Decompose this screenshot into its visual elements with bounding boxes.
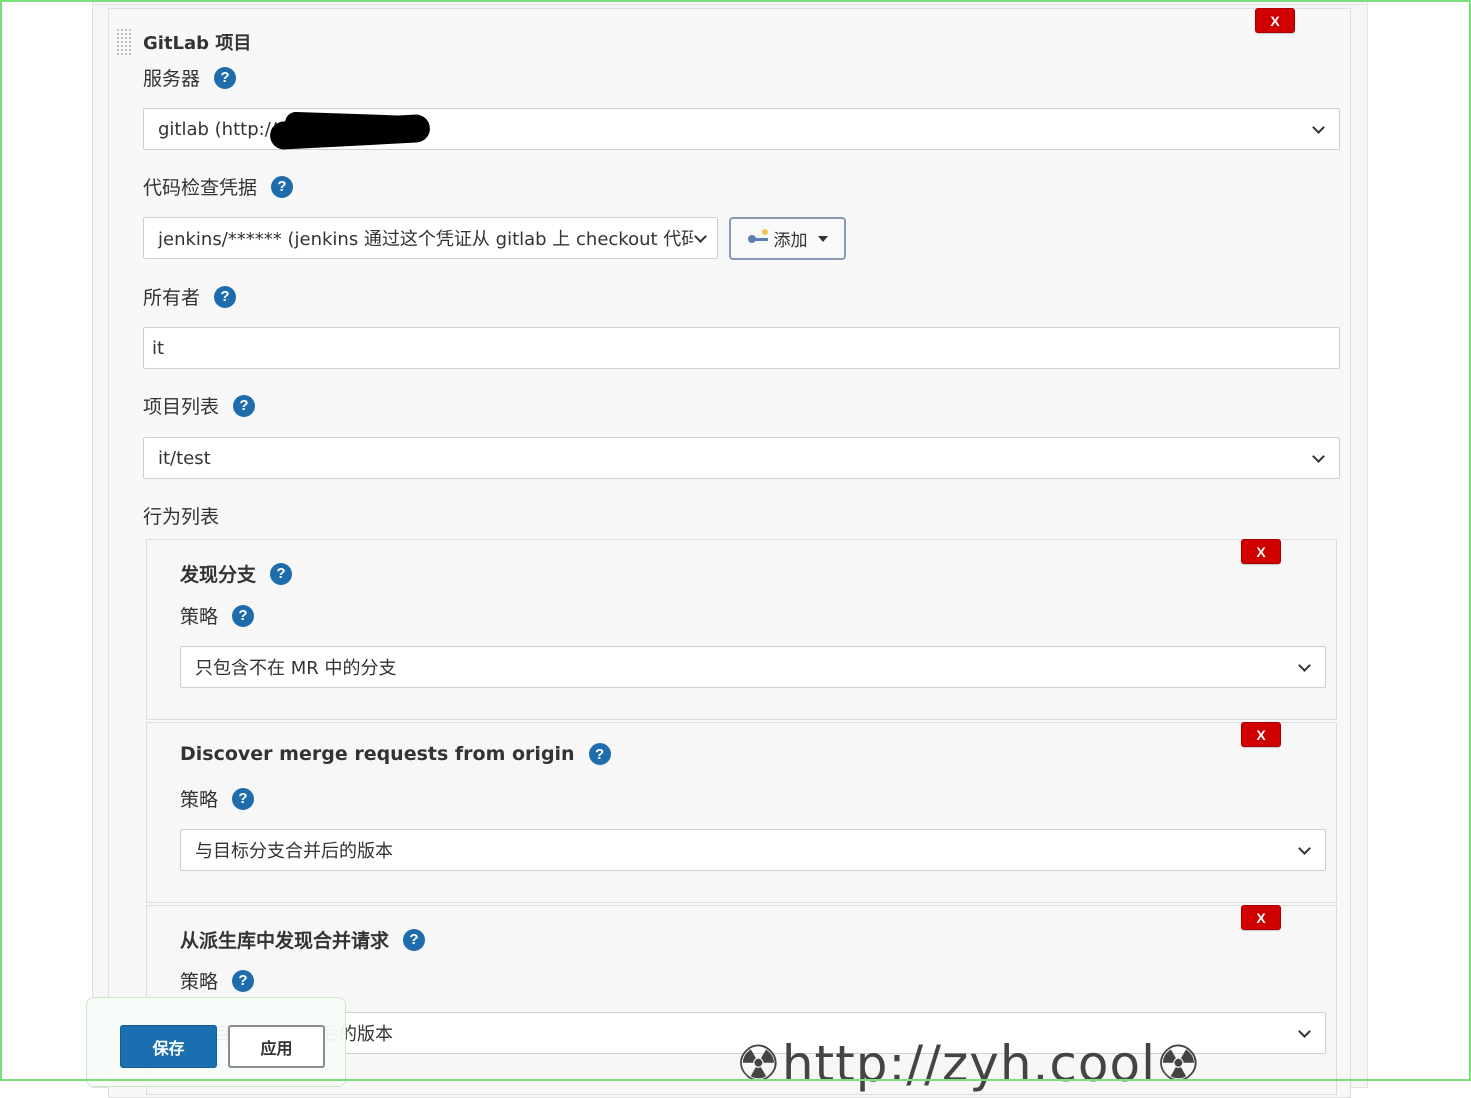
credentials-label: 代码检查凭据 xyxy=(143,177,258,199)
caret-down-icon xyxy=(817,235,828,242)
help-icon[interactable]: ? xyxy=(232,604,255,627)
strategy-select[interactable]: 只包含不在 MR 中的分支 xyxy=(180,646,1326,688)
server-label-row: 服务器 ? xyxy=(143,64,237,91)
server-label: 服务器 xyxy=(143,68,201,90)
help-icon[interactable]: ? xyxy=(214,285,237,308)
behavior-title-row: 从派生库中发现合并请求 ? xyxy=(180,926,426,953)
watermark: ☢http://zyh.cool☢ xyxy=(736,1035,1202,1093)
save-button[interactable]: 保存 xyxy=(120,1025,217,1068)
add-credentials-button[interactable]: 添加 xyxy=(729,217,846,260)
behaviors-label-row: 行为列表 xyxy=(143,502,219,529)
strategy-label: 策略 xyxy=(180,606,219,628)
projects-label: 项目列表 xyxy=(143,396,220,418)
delete-gitlab-project-button[interactable]: X xyxy=(1255,8,1295,33)
drag-handle-icon[interactable] xyxy=(116,28,132,56)
gitlab-project-title: GitLab 项目 xyxy=(143,33,252,54)
behavior-title: 从派生库中发现合并请求 xyxy=(180,930,390,952)
owner-input[interactable]: it xyxy=(143,327,1340,369)
projects-select[interactable]: it/test xyxy=(143,437,1340,479)
section-title: GitLab 项目 xyxy=(143,29,251,55)
help-icon[interactable]: ? xyxy=(232,969,255,992)
chevron-down-icon xyxy=(1297,1026,1311,1040)
chevron-down-icon xyxy=(1297,660,1311,674)
delete-behavior-button[interactable]: X xyxy=(1241,905,1281,930)
key-icon xyxy=(747,228,770,246)
strategy-label: 策略 xyxy=(180,789,219,811)
chevron-down-icon xyxy=(1311,451,1325,465)
behavior-title-row: 发现分支 ? xyxy=(180,560,293,587)
help-icon[interactable]: ? xyxy=(214,66,237,89)
behavior-title: Discover merge requests from origin xyxy=(180,743,575,765)
help-icon[interactable]: ? xyxy=(232,787,255,810)
strategy-label-row: 策略 ? xyxy=(180,602,255,629)
strategy-label-row: 策略 ? xyxy=(180,967,255,994)
strategy-select[interactable]: 与目标分支合并后的版本 xyxy=(180,829,1326,871)
credentials-select[interactable]: jenkins/****** (jenkins 通过这个凭证从 gitlab 上… xyxy=(143,217,718,259)
delete-behavior-button[interactable]: X xyxy=(1241,539,1281,564)
strategy-value: 与目标分支合并后的版本 xyxy=(195,841,393,862)
credentials-value: jenkins/****** (jenkins 通过这个凭证从 gitlab 上… xyxy=(158,229,693,250)
help-icon[interactable]: ? xyxy=(270,562,293,585)
strategy-label-row: 策略 ? xyxy=(180,785,255,812)
behavior-title-row: Discover merge requests from origin ? xyxy=(180,743,611,765)
credentials-label-row: 代码检查凭据 ? xyxy=(143,173,294,200)
chevron-down-icon xyxy=(1297,843,1311,857)
add-label: 添加 xyxy=(773,231,808,251)
owner-label: 所有者 xyxy=(143,287,201,309)
server-value: gitlab (http:// xyxy=(158,118,277,140)
help-icon[interactable]: ? xyxy=(271,175,294,198)
behavior-discover-branches xyxy=(146,539,1337,720)
behavior-title: 发现分支 xyxy=(180,564,257,586)
help-icon[interactable]: ? xyxy=(403,928,426,951)
projects-label-row: 项目列表 ? xyxy=(143,392,256,419)
strategy-value: 只包含不在 MR 中的分支 xyxy=(195,658,397,679)
apply-button[interactable]: 应用 xyxy=(228,1025,325,1068)
behaviors-label: 行为列表 xyxy=(143,506,220,528)
projects-value: it/test xyxy=(158,447,211,469)
chevron-down-icon xyxy=(1311,122,1325,136)
divider xyxy=(93,4,1367,5)
chevron-down-icon xyxy=(693,231,707,245)
delete-behavior-button[interactable]: X xyxy=(1241,722,1281,747)
strategy-label: 策略 xyxy=(180,971,219,993)
owner-label-row: 所有者 ? xyxy=(143,283,237,310)
help-icon[interactable]: ? xyxy=(588,743,611,765)
owner-value: it xyxy=(152,337,165,359)
help-icon[interactable]: ? xyxy=(233,394,256,417)
